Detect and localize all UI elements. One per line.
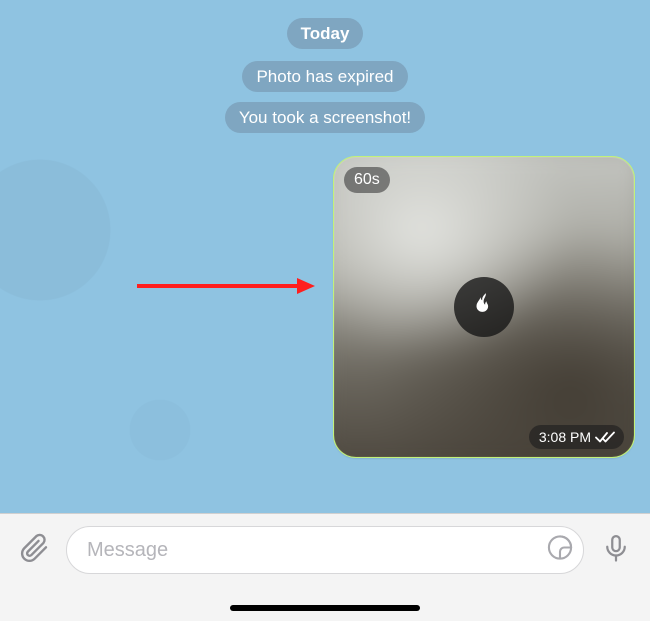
sticker-icon [546,549,574,566]
read-checkmarks-icon [595,431,615,443]
message-input-bar [0,513,650,621]
chat-background: Today Photo has expired You took a scree… [0,0,650,513]
chat-content: Today Photo has expired You took a scree… [0,0,650,513]
self-destruct-timer-badge: 60s [344,167,390,193]
system-message: Photo has expired [242,61,407,92]
home-indicator[interactable] [230,605,420,611]
date-separator: Today [287,18,364,49]
message-field-wrap [66,526,584,574]
attach-button[interactable] [14,530,54,570]
expiring-photo-bubble[interactable]: 60s 3:08 PM [334,157,634,457]
view-once-button[interactable] [454,277,514,337]
message-input[interactable] [66,526,584,574]
sticker-button[interactable] [546,534,574,567]
message-row-outgoing: 60s 3:08 PM [16,157,634,457]
voice-message-button[interactable] [596,530,636,570]
mic-icon [601,533,631,568]
paperclip-icon [18,532,50,569]
flame-icon [469,290,499,325]
message-timestamp-badge: 3:08 PM [529,425,624,449]
message-timestamp: 3:08 PM [539,429,591,445]
system-message: You took a screenshot! [225,102,425,133]
